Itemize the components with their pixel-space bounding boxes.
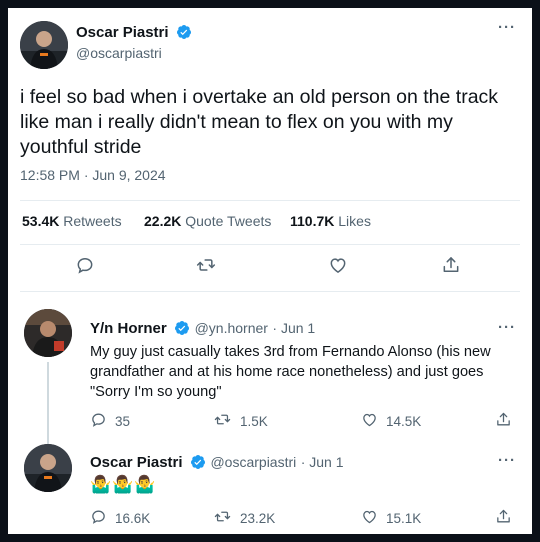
verified-badge-icon <box>190 454 206 475</box>
quote-tweets-stat[interactable]: 22.2K Quote Tweets <box>144 213 271 229</box>
quote-tweets-count: 22.2K <box>144 213 182 229</box>
author-name-row: Oscar Piastri <box>76 24 192 45</box>
retweet-icon[interactable] <box>195 254 217 276</box>
divider <box>20 244 520 245</box>
reply-icon <box>90 508 107 528</box>
reply-button[interactable]: 16.6K <box>90 508 150 528</box>
more-options-icon[interactable]: ··· <box>498 320 516 335</box>
like-count: 15.1K <box>386 510 422 526</box>
likes-label: Likes <box>338 213 371 229</box>
reply-avatar[interactable] <box>24 309 72 357</box>
reply-text: My guy just casually takes 3rd from Fern… <box>90 342 520 402</box>
share-icon <box>495 508 512 528</box>
retweet-count: 23.2K <box>240 510 276 526</box>
reply-date[interactable]: · Jun 1 <box>301 454 344 470</box>
share-icon[interactable] <box>440 254 462 276</box>
author-handle[interactable]: @oscarpiastri <box>76 45 162 61</box>
divider <box>20 200 520 201</box>
reply-header: Y/n Horner @yn.horner · Jun 1 <box>90 320 315 341</box>
reply-icon <box>90 411 107 431</box>
retweets-count: 53.4K <box>22 213 60 229</box>
reply-author-handle[interactable]: @yn.horner <box>195 320 268 336</box>
retweets-stat[interactable]: 53.4K Retweets <box>22 213 122 229</box>
tweet-text: i feel so bad when i overtake an old per… <box>20 85 525 160</box>
like-icon <box>361 508 378 528</box>
reply-button[interactable]: 35 <box>90 411 130 431</box>
reply-author-handle[interactable]: @oscarpiastri <box>210 454 296 470</box>
like-button[interactable]: 15.1K <box>361 508 421 528</box>
retweet-count: 1.5K <box>240 413 268 429</box>
tweet-timestamp[interactable]: 12:58 PM · Jun 9, 2024 <box>20 167 166 183</box>
retweets-label: Retweets <box>63 213 122 229</box>
reply-count: 16.6K <box>115 510 151 526</box>
verified-badge-icon <box>176 24 192 45</box>
author-avatar[interactable] <box>20 21 68 69</box>
reply-icon[interactable] <box>74 254 96 276</box>
thread-line <box>47 362 49 451</box>
tweet-text-line: i feel so bad when i overtake an old per… <box>20 86 499 108</box>
likes-stat[interactable]: 110.7K Likes <box>290 213 371 229</box>
likes-count: 110.7K <box>290 213 335 229</box>
verified-badge-icon <box>174 320 190 341</box>
tweet-text-line: like man i really didn't mean to flex on… <box>20 111 453 133</box>
retweet-button[interactable]: 1.5K <box>213 411 268 431</box>
share-icon <box>495 411 512 431</box>
reply-text-line: My guy just casually takes 3rd from Fern… <box>90 344 491 360</box>
reply-text-line: "Sorry I'm so young" <box>90 384 222 400</box>
reply-author-name[interactable]: Y/n Horner <box>90 320 167 337</box>
reply-avatar[interactable] <box>24 444 72 492</box>
share-button[interactable] <box>495 411 512 431</box>
author-name[interactable]: Oscar Piastri <box>76 24 169 41</box>
reply-header: Oscar Piastri @oscarpiastri · Jun 1 <box>90 454 344 475</box>
retweet-icon <box>213 508 232 528</box>
reply-text-line: grandfather and at his home race nonethe… <box>90 364 484 380</box>
retweet-icon <box>213 411 232 431</box>
tweet-card: Oscar Piastri @oscarpiastri ··· i feel s… <box>8 8 532 534</box>
like-count: 14.5K <box>386 413 422 429</box>
divider <box>20 291 520 292</box>
reply-count: 35 <box>115 413 131 429</box>
more-options-icon[interactable]: ··· <box>498 20 516 35</box>
more-options-icon[interactable]: ··· <box>498 453 516 468</box>
retweet-button[interactable]: 23.2K <box>213 508 275 528</box>
like-icon[interactable] <box>327 254 349 276</box>
like-icon <box>361 411 378 431</box>
tweet-text-line: youthful stride <box>20 136 142 158</box>
quote-tweets-label: Quote Tweets <box>185 213 272 229</box>
reply-author-name[interactable]: Oscar Piastri <box>90 454 183 471</box>
like-button[interactable]: 14.5K <box>361 411 421 431</box>
reply-emoji-text: 🤷‍♂️🤷‍♂️🤷‍♂️ <box>90 475 157 494</box>
reply-date[interactable]: · Jun 1 <box>272 320 315 336</box>
share-button[interactable] <box>495 508 512 528</box>
